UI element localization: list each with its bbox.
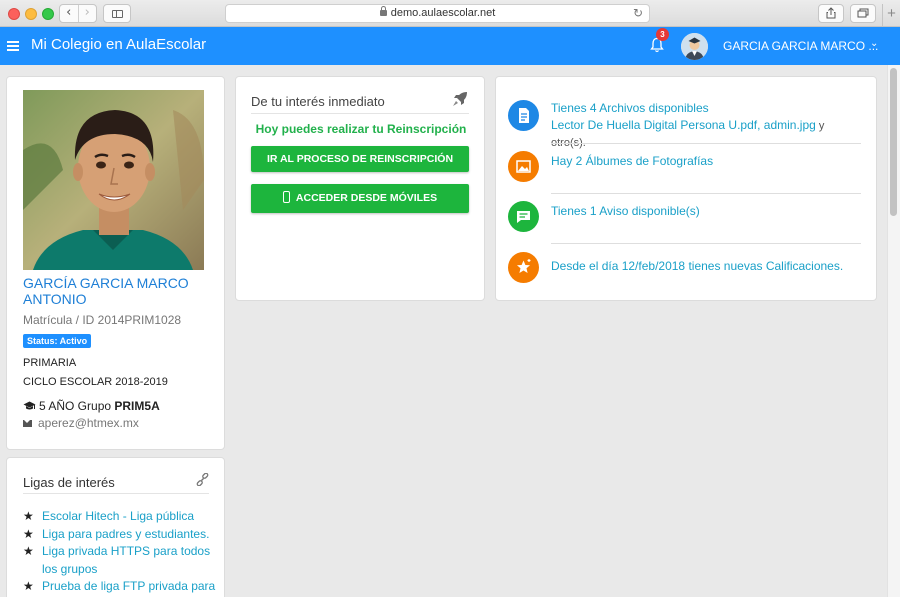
divider (551, 143, 861, 144)
page-scrollbar-thumb[interactable] (890, 68, 897, 216)
forward-button[interactable]: › (77, 5, 97, 22)
history-nav: ‹ › (59, 4, 97, 23)
status-badge: Status: Activo (23, 334, 92, 348)
tabs-overview-button[interactable] (850, 4, 876, 23)
sidebar-icon (112, 10, 123, 18)
mobile-access-label: ACCEDER DESDE MÓVILES (295, 192, 438, 204)
mobile-access-button[interactable]: ACCEDER DESDE MÓVILES (251, 184, 469, 213)
photo-album-icon (508, 151, 539, 182)
grade-text: 5 AÑO Grupo (39, 399, 112, 413)
notifications-card: Tienes 4 Archivos disponibles Lector De … (495, 76, 877, 301)
star-icon: ★ (23, 526, 34, 541)
sidebar-toggle-button[interactable] (103, 4, 131, 23)
rocket-icon (453, 92, 467, 106)
email-text[interactable]: aperez@htmex.mx (38, 416, 139, 430)
address-bar[interactable]: demo.aulaescolar.net ↻ (225, 4, 650, 23)
app-navbar: Mi Colegio en AulaEscolar 3 GARCIA GARCI… (0, 27, 900, 65)
school-year: CICLO ESCOLAR 2018-2019 (23, 376, 168, 388)
star-icon: ★ (23, 544, 34, 558)
zoom-window-button[interactable] (42, 8, 54, 20)
lock-icon (379, 6, 387, 16)
divider (551, 193, 861, 194)
divider (551, 243, 861, 244)
star-badge-icon (508, 252, 539, 283)
share-icon (826, 7, 836, 19)
close-window-button[interactable] (8, 8, 20, 20)
url-text: demo.aulaescolar.net (390, 7, 496, 19)
back-button[interactable]: ‹ (60, 5, 78, 22)
link-list: ★ Escolar Hitech - Liga pública ★ Liga par… (23, 508, 218, 596)
separator: , (757, 117, 764, 132)
albums-text[interactable]: Hay 2 Álbumes de Fotografías (551, 153, 851, 170)
minimize-window-button[interactable] (25, 8, 37, 20)
list-item[interactable]: ★ Prueba de liga FTP privada para (23, 578, 218, 596)
notification-badge: 3 (656, 28, 669, 41)
group-code: PRIM5A (114, 399, 160, 413)
file-link[interactable]: Lector De Huella Digital Persona U.pdf (551, 118, 757, 132)
file-link[interactable]: admin.jpg (764, 118, 816, 132)
reinscription-button[interactable]: IR AL PROCESO DE REINSCRIPCIÓN (251, 146, 469, 172)
brand-title[interactable]: Mi Colegio en AulaEscolar (31, 36, 206, 53)
list-item[interactable]: ★ Escolar Hitech - Liga pública (23, 508, 218, 526)
list-item[interactable]: ★ Liga privada HTTPS para todos los grupo… (23, 543, 218, 578)
user-avatar[interactable] (681, 33, 708, 60)
interest-card: De tu interés inmediato Hoy puedes reali… (235, 76, 485, 301)
share-button[interactable] (818, 4, 844, 23)
student-name[interactable]: GARCÍA GARCIA MARCO ANTONIO (23, 275, 213, 307)
link-text[interactable]: Escolar Hitech - Liga pública (42, 509, 194, 523)
browser-toolbar: ‹ › demo.aulaescolar.net ↻ + (0, 0, 900, 27)
link-text[interactable]: Liga privada HTTPS para todos los grupos (42, 544, 210, 576)
divider (251, 113, 469, 114)
student-id: Matrícula / ID 2014PRIM1028 (23, 313, 182, 327)
message-icon (508, 201, 539, 232)
document-icon (508, 100, 539, 131)
new-tab-button[interactable]: + (882, 4, 900, 26)
link-chain-icon (196, 473, 209, 486)
user-menu-caret-icon[interactable]: ⌄ (870, 38, 878, 49)
links-title: Ligas de interés (23, 475, 115, 490)
grades-text[interactable]: Desde el día 12/feb/2018 tienes nuevas C… (551, 258, 851, 275)
tabs-icon (857, 8, 869, 18)
menu-icon[interactable] (7, 41, 19, 51)
link-text[interactable]: Prueba de liga FTP privada para (42, 579, 215, 593)
interest-title: De tu interés inmediato (251, 94, 385, 109)
files-title[interactable]: Tienes 4 Archivos disponibles (551, 100, 851, 117)
student-email: aperez@htmex.mx (23, 416, 139, 430)
student-photo (23, 90, 204, 270)
star-icon: ★ (23, 579, 34, 593)
star-icon: ★ (23, 509, 34, 523)
user-name[interactable]: GARCIA GARCIA MARCO ... (723, 39, 878, 53)
list-item[interactable]: ★ Liga para padres y estudiantes. (23, 526, 218, 544)
envelope-icon (23, 420, 32, 427)
divider (23, 493, 209, 494)
grade-group: 5 AÑO Grupo PRIM5A (23, 399, 160, 413)
graduation-cap-icon (23, 401, 36, 410)
notices-text[interactable]: Tienes 1 Aviso disponible(s) (551, 203, 851, 220)
school-level: PRIMARIA (23, 357, 77, 369)
mobile-phone-icon (282, 191, 290, 203)
links-card: Ligas de interés ★ Escolar Hitech - Liga … (6, 457, 225, 597)
reload-button[interactable]: ↻ (633, 5, 643, 22)
link-text[interactable]: Liga para padres y estudiantes. (42, 527, 209, 541)
reinscription-notice: Hoy puedes realizar tu Reinscripción (255, 122, 467, 136)
profile-card: GARCÍA GARCIA MARCO ANTONIO Matrícula / … (6, 76, 225, 450)
